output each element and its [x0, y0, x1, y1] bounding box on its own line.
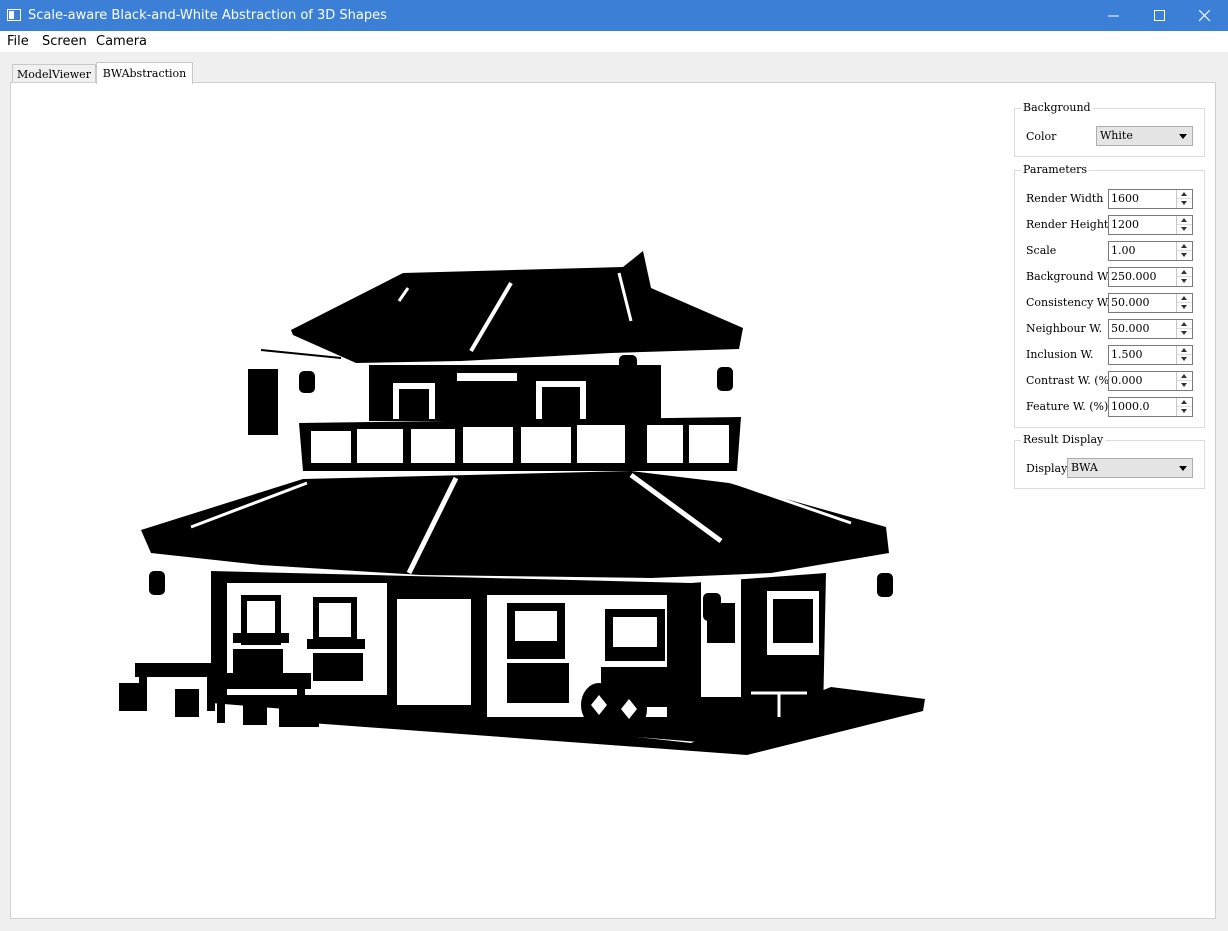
spin-down-icon[interactable] — [1177, 355, 1192, 364]
spin-up-icon[interactable] — [1177, 372, 1192, 381]
contrast-weight-label: Contrast W. (%) — [1026, 374, 1114, 387]
feature-weight-spinbox[interactable]: 1000.0 — [1108, 397, 1193, 417]
spin-down-icon[interactable] — [1177, 199, 1192, 208]
spin-down-icon[interactable] — [1177, 225, 1192, 234]
menu-bar: File Screen Camera — [0, 31, 1228, 52]
spin-up-icon[interactable] — [1177, 320, 1192, 329]
spin-down-icon[interactable] — [1177, 251, 1192, 260]
minimize-icon — [1108, 15, 1119, 17]
inclusion-weight-value: 1.500 — [1111, 348, 1143, 361]
render-height-label: Render Height — [1026, 218, 1109, 231]
menu-file[interactable]: File — [7, 34, 29, 49]
chevron-down-icon — [1179, 466, 1187, 471]
inclusion-weight-spinbox[interactable]: 1.500 — [1108, 345, 1193, 365]
title-bar: Scale-aware Black-and-White Abstraction … — [0, 0, 1228, 31]
render-width-value: 1600 — [1111, 192, 1139, 205]
close-button[interactable] — [1182, 0, 1228, 31]
spin-down-icon[interactable] — [1177, 329, 1192, 338]
result-display-group: Result Display Display BWA — [1014, 433, 1205, 489]
parameters-group-title: Parameters — [1021, 163, 1090, 176]
parameters-group: Parameters Render Width 1600 Render Heig… — [1014, 163, 1205, 428]
chevron-down-icon — [1179, 134, 1187, 139]
neighbour-weight-value: 50.000 — [1111, 322, 1150, 335]
background-weight-spinbox[interactable]: 250.000 — [1108, 267, 1193, 287]
contrast-weight-value: 0.000 — [1111, 374, 1143, 387]
neighbour-weight-label: Neighbour W. — [1026, 322, 1103, 335]
consistency-weight-value: 50.000 — [1111, 296, 1150, 309]
spin-up-icon[interactable] — [1177, 398, 1192, 407]
consistency-weight-spinbox[interactable]: 50.000 — [1108, 293, 1193, 313]
maximize-button[interactable] — [1137, 0, 1183, 31]
spin-up-icon[interactable] — [1177, 268, 1192, 277]
bw-abstraction-render — [11, 83, 1011, 918]
spin-up-icon[interactable] — [1177, 346, 1192, 355]
close-icon — [1199, 10, 1211, 22]
window-title: Scale-aware Black-and-White Abstraction … — [28, 8, 387, 23]
app-icon — [7, 9, 21, 21]
maximize-icon — [1154, 10, 1165, 21]
display-label: Display — [1026, 462, 1068, 475]
background-weight-value: 250.000 — [1111, 270, 1157, 283]
render-viewport[interactable] — [11, 83, 1011, 918]
display-mode-value: BWA — [1071, 461, 1098, 474]
feature-weight-label: Feature W. (%) — [1026, 400, 1109, 413]
scale-label: Scale — [1026, 244, 1057, 257]
scale-value: 1.00 — [1111, 244, 1136, 257]
background-color-select[interactable]: White — [1096, 126, 1193, 146]
feature-weight-value: 1000.0 — [1111, 400, 1150, 413]
menu-screen[interactable]: Screen — [42, 34, 87, 49]
tab-pane: Background Color White Parameters Render… — [10, 82, 1216, 919]
spin-up-icon[interactable] — [1177, 216, 1192, 225]
spin-up-icon[interactable] — [1177, 294, 1192, 303]
tab-modelviewer[interactable]: ModelViewer — [12, 64, 96, 84]
color-label: Color — [1026, 130, 1057, 143]
render-height-value: 1200 — [1111, 218, 1139, 231]
spin-down-icon[interactable] — [1177, 277, 1192, 286]
spin-down-icon[interactable] — [1177, 407, 1192, 416]
background-group: Background Color White — [1014, 101, 1205, 157]
consistency-weight-label: Consistency W. — [1026, 296, 1110, 309]
spin-up-icon[interactable] — [1177, 190, 1192, 199]
render-width-label: Render Width — [1026, 192, 1104, 205]
background-weight-label: Background W. — [1026, 270, 1110, 283]
menu-camera[interactable]: Camera — [96, 34, 147, 49]
minimize-button[interactable] — [1091, 0, 1137, 31]
spin-up-icon[interactable] — [1177, 242, 1192, 251]
display-mode-select[interactable]: BWA — [1067, 458, 1193, 478]
scale-spinbox[interactable]: 1.00 — [1108, 241, 1193, 261]
spin-down-icon[interactable] — [1177, 381, 1192, 390]
tab-bwabstraction[interactable]: BWAbstraction — [96, 62, 193, 84]
background-group-title: Background — [1021, 101, 1093, 114]
neighbour-weight-spinbox[interactable]: 50.000 — [1108, 319, 1193, 339]
background-color-value: White — [1100, 129, 1133, 142]
contrast-weight-spinbox[interactable]: 0.000 — [1108, 371, 1193, 391]
render-height-spinbox[interactable]: 1200 — [1108, 215, 1193, 235]
inclusion-weight-label: Inclusion W. — [1026, 348, 1094, 361]
result-display-group-title: Result Display — [1021, 433, 1106, 446]
render-width-spinbox[interactable]: 1600 — [1108, 189, 1193, 209]
spin-down-icon[interactable] — [1177, 303, 1192, 312]
